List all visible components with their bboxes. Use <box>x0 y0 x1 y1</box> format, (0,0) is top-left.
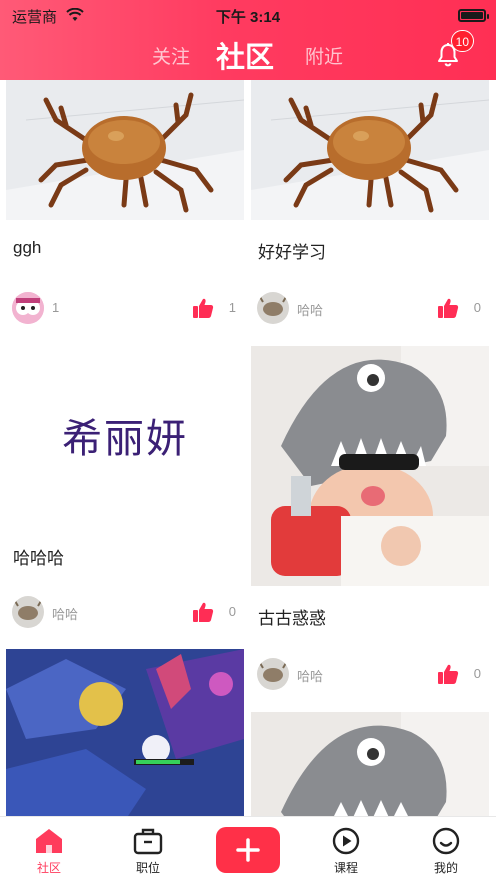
crab-image <box>6 80 244 220</box>
tab-follow[interactable]: 关注 <box>152 42 190 69</box>
like-count: 0 <box>228 604 236 619</box>
post-title: ggh <box>13 238 42 257</box>
post-meta: 1 1 <box>12 292 242 324</box>
header: 运营商 下午 3:14 关注 社区 附近 10 <box>0 0 496 80</box>
status-time: 下午 3:14 <box>215 9 281 26</box>
thumbs-up-icon[interactable] <box>437 297 459 319</box>
avatar[interactable] <box>257 292 289 324</box>
status-bar: 运营商 下午 3:14 <box>0 4 496 26</box>
thumbs-up-icon[interactable] <box>192 601 214 623</box>
post-card[interactable]: 古古惑惑 哈哈 0 <box>251 346 491 708</box>
post-image-crab[interactable] <box>251 80 489 220</box>
thumbs-up-icon[interactable] <box>437 663 459 685</box>
battery-icon <box>458 9 489 22</box>
like-count: 0 <box>473 300 481 315</box>
create-post-button[interactable] <box>216 827 280 873</box>
notification-badge: 10 <box>450 30 474 52</box>
avatar[interactable] <box>12 292 44 324</box>
username[interactable]: 哈哈 <box>297 300 323 319</box>
post-card[interactable]: ggh 1 1 <box>6 80 246 342</box>
tab-nearby[interactable]: 附近 <box>305 42 343 69</box>
post-card[interactable]: 好好学习 哈哈 0 <box>251 80 491 342</box>
play-circle-icon <box>332 827 360 855</box>
game-screenshot-image <box>6 649 244 816</box>
post-card[interactable] <box>6 649 246 816</box>
bottom-nav: 社区 职位 课程 我的 <box>0 816 496 882</box>
post-image-crab[interactable] <box>6 80 244 220</box>
nav-label: 社区 <box>36 861 61 875</box>
like-count: 1 <box>228 300 236 315</box>
post-feed[interactable]: ggh 1 1 好好学习 哈哈 0 希丽妍 哈哈哈 哈哈 0 古古惑惑 哈哈 0 <box>0 80 496 816</box>
thumbs-up-icon[interactable] <box>192 297 214 319</box>
home-icon <box>36 829 62 853</box>
post-title: 好好学习 <box>258 243 326 262</box>
plus-icon <box>236 838 260 862</box>
post-image-child[interactable] <box>251 712 489 816</box>
post-meta: 哈哈 0 <box>257 658 487 690</box>
post-title: 哈哈哈 <box>13 549 64 568</box>
briefcase-icon <box>133 828 163 855</box>
nav-label: 课程 <box>333 861 358 875</box>
post-meta: 哈哈 0 <box>257 292 487 324</box>
smiley-icon <box>432 827 460 855</box>
post-image-game[interactable] <box>6 649 244 816</box>
nav-item-profile[interactable]: 我的 <box>416 823 476 879</box>
crab-avatar-image <box>257 658 289 690</box>
nav-item-community[interactable]: 社区 <box>19 823 79 879</box>
post-meta: 哈哈 0 <box>12 596 242 628</box>
post-card[interactable]: 希丽妍 哈哈哈 哈哈 0 <box>6 348 246 648</box>
cartoon-avatar-image <box>12 292 44 324</box>
screen: 运营商 下午 3:14 关注 社区 附近 10 ggh 1 1 好好学习 哈哈 … <box>0 0 496 882</box>
like-count: 0 <box>473 666 481 681</box>
top-tabs: 关注 社区 附近 <box>0 34 496 74</box>
post-image-text[interactable]: 希丽妍 <box>6 348 244 528</box>
tab-community[interactable]: 社区 <box>216 34 274 76</box>
post-image-child[interactable] <box>251 346 489 586</box>
post-title: 古古惑惑 <box>258 609 326 628</box>
avatar[interactable] <box>12 596 44 628</box>
username[interactable]: 1 <box>52 300 59 315</box>
child-with-hat-image <box>251 712 489 816</box>
crab-avatar-image <box>12 596 44 628</box>
username[interactable]: 哈哈 <box>297 666 323 685</box>
crab-avatar-image <box>257 292 289 324</box>
username[interactable]: 哈哈 <box>52 604 78 623</box>
nav-label: 我的 <box>433 861 458 875</box>
nav-item-jobs[interactable]: 职位 <box>118 823 178 879</box>
nav-item-courses[interactable]: 课程 <box>316 823 376 879</box>
nav-label: 职位 <box>135 861 160 875</box>
image-text: 希丽妍 <box>62 416 188 462</box>
child-with-hat-image <box>251 346 489 586</box>
post-card[interactable] <box>251 712 491 816</box>
crab-image <box>251 80 489 220</box>
avatar[interactable] <box>257 658 289 690</box>
